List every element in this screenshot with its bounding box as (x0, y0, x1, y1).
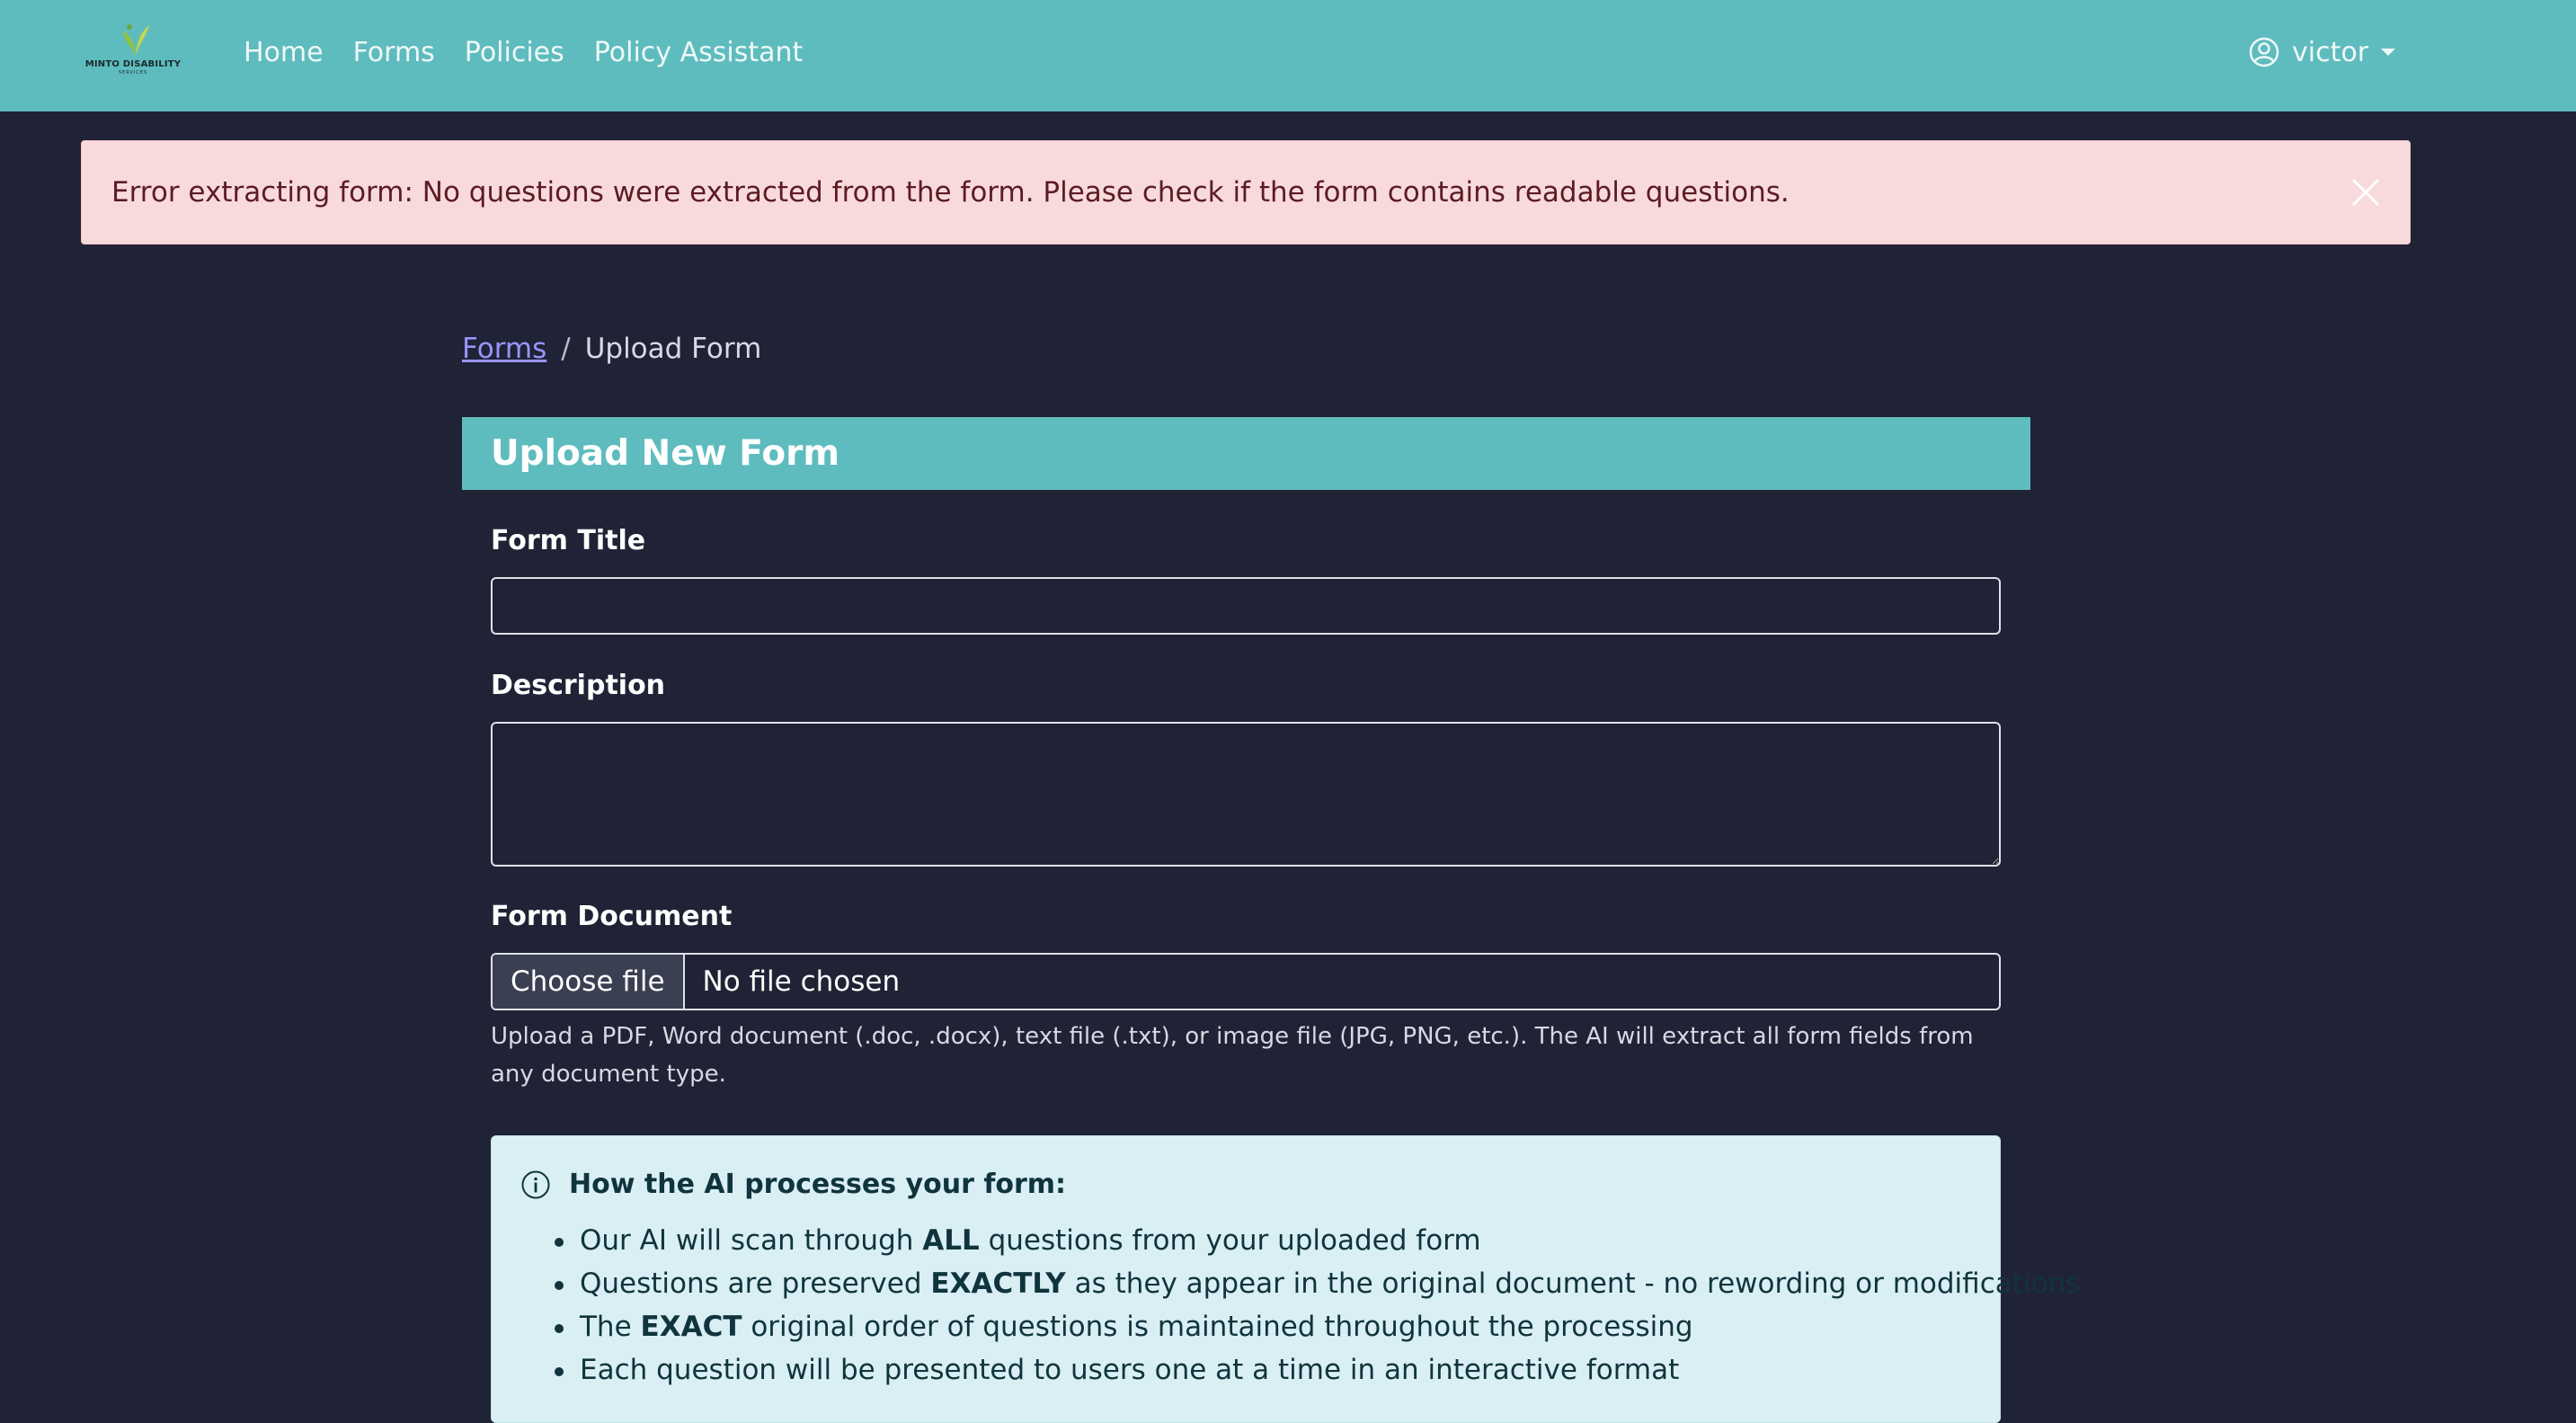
top-navbar: MINTO DISABILITY SERVICES Home Forms Pol… (0, 0, 2576, 111)
form-document-label: Form Document (491, 901, 733, 932)
nav-policy-assistant[interactable]: Policy Assistant (594, 37, 804, 68)
error-alert: Error extracting form: No questions were… (81, 140, 2411, 245)
file-status: No file chosen (702, 965, 901, 998)
brand-tagline: SERVICES (118, 70, 148, 76)
alert-message: Error extracting form: No questions were… (111, 176, 1790, 209)
user-menu-dropdown[interactable]: victor (2249, 32, 2396, 72)
nav-links: Home Forms Policies Policy Assistant (244, 0, 832, 104)
list-item: Our AI will scan through ALL questions f… (554, 1219, 2080, 1262)
info-heading: How the AI processes your form: (520, 1169, 1066, 1200)
leaf-logo-icon (122, 24, 149, 56)
breadcrumb-forms-link[interactable]: Forms (462, 333, 546, 365)
close-icon[interactable] (2349, 175, 2383, 209)
card-header: Upload New Form (462, 417, 2030, 490)
choose-file-button[interactable]: Choose file (493, 955, 685, 1009)
file-help-text: Upload a PDF, Word document (.doc, .docx… (491, 1023, 1974, 1088)
page-title: Upload New Form (491, 433, 839, 474)
breadcrumb-current: Upload Form (584, 333, 762, 365)
form-title-input[interactable] (491, 577, 2001, 635)
list-item: The EXACT original order of questions is… (554, 1305, 2080, 1348)
breadcrumb-separator: / (561, 333, 571, 365)
info-list: Our AI will scan through ALL questions f… (554, 1219, 2080, 1392)
info-circle-icon (521, 1170, 550, 1198)
nav-forms[interactable]: Forms (353, 37, 435, 68)
chevron-down-icon (2381, 49, 2396, 56)
user-name: victor (2292, 36, 2369, 68)
nav-home[interactable]: Home (244, 37, 324, 68)
user-circle-icon (2249, 37, 2279, 67)
breadcrumb: Forms / Upload Form (462, 333, 761, 365)
file-input[interactable]: Choose file No file chosen (491, 953, 2001, 1010)
list-item: Each question will be presented to users… (554, 1348, 2080, 1392)
form-title-label: Form Title (491, 525, 646, 556)
ai-info-box: How the AI processes your form: Our AI w… (491, 1135, 2080, 1423)
nav-policies[interactable]: Policies (465, 37, 564, 68)
description-label: Description (491, 670, 666, 701)
list-item: Questions are preserved EXACTLY as they … (554, 1262, 2080, 1305)
description-textarea[interactable] (491, 722, 2001, 867)
brand-logo[interactable]: MINTO DISABILITY SERVICES (83, 22, 183, 83)
info-heading-text: How the AI processes your form: (569, 1169, 1067, 1200)
brand-name: MINTO DISABILITY (84, 59, 182, 69)
